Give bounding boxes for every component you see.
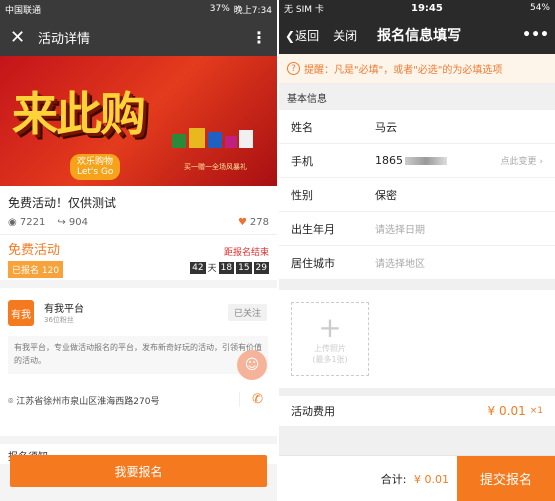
field-value[interactable]: 保密 — [375, 187, 543, 203]
fee-row: 活动费用 ¥ 0.01 ×1 — [279, 396, 555, 426]
photo-upload-area: + 上传照片 (最多1张) — [279, 290, 555, 388]
gender-field[interactable]: 性别 保密 — [279, 178, 555, 212]
submit-button[interactable]: 提交报名 — [457, 455, 555, 501]
heart-icon[interactable]: ♥ — [238, 217, 247, 228]
basic-info-form: 姓名 马云 手机 1865 点此变更 › 性别 保密 出生年月 请选择日期 居住… — [279, 110, 555, 280]
field-label: 出生年月 — [291, 222, 335, 236]
upload-photo-button[interactable]: + 上传照片 (最多1张) — [291, 302, 369, 376]
banner-badge: 欢乐购物 Let's Go — [70, 154, 121, 180]
countdown-seconds: 29 — [253, 261, 269, 274]
total-block: 合计: ¥ 0.01 — [279, 471, 457, 487]
section-title: 基本信息 — [287, 93, 327, 105]
signed-badge: 已报名 120 — [8, 261, 64, 278]
user-avatar-icon[interactable]: ☺ — [237, 350, 267, 380]
field-label: 居住城市 — [291, 256, 335, 270]
countdown-day-unit: 天 — [207, 264, 217, 274]
banner-badge-line1: 欢乐购物 — [77, 157, 114, 167]
battery-label: 54% — [529, 3, 550, 13]
share-icon[interactable]: ↪ — [57, 217, 69, 228]
upload-label-1: 上传照片 — [314, 344, 346, 353]
city-placeholder[interactable]: 请选择地区 — [375, 255, 543, 270]
field-label: 手机 — [291, 154, 313, 168]
activity-stats: ◉ 7221 ↪ 904 ♥ 278 — [8, 217, 269, 228]
phone-field[interactable]: 手机 1865 点此变更 › — [279, 144, 555, 178]
name-field[interactable]: 姓名 马云 — [279, 110, 555, 144]
gift-boxes-icon — [172, 128, 253, 148]
countdown-days: 42 — [190, 261, 206, 274]
likes-count: 278 — [249, 217, 269, 228]
banner-subtext: 买一赠一全场风暴礼 — [184, 163, 247, 171]
carrier-label: 无 SIM 卡 — [284, 4, 324, 15]
redacted-digits — [405, 157, 447, 165]
nav-bar: ❮返回 关闭 报名信息填写 ••• — [279, 16, 555, 54]
back-button[interactable]: ❮返回 — [285, 27, 319, 44]
date-placeholder[interactable]: 请选择日期 — [375, 221, 543, 236]
banner-badge-line2: Let's Go — [77, 167, 114, 177]
close-icon[interactable]: ✕ — [10, 27, 38, 48]
more-icon[interactable]: ••• — [522, 27, 549, 43]
bottom-bar: 合计: ¥ 0.01 提交报名 — [279, 455, 555, 501]
views-count: 7221 — [19, 217, 46, 228]
nav-bar: ✕ 活动详情 ⋮ — [0, 18, 277, 56]
change-phone-label: 点此变更 — [500, 157, 537, 167]
field-value: 1865 — [375, 154, 403, 167]
activity-detail-screen: 中国联通 37% 晚上7:34 ✕ 活动详情 ⋮ 来此购 欢乐购物 Let's … — [0, 0, 277, 501]
total-label: 合计: — [380, 472, 407, 486]
close-button[interactable]: 关闭 — [333, 27, 357, 44]
required-tip: ? 提醒：凡是"必填"，或者"必选"的为必填选项 — [279, 54, 555, 84]
fee-price: ¥ 0.01 — [487, 404, 526, 418]
countdown: 42 天 18 15 29 — [190, 261, 269, 274]
city-field[interactable]: 居住城市 请选择地区 — [279, 246, 555, 280]
countdown-hours: 18 — [218, 261, 235, 274]
organizer-logo[interactable]: 有我 — [8, 300, 34, 326]
fee-label: 活动费用 — [291, 405, 335, 418]
carrier-label: 中国联通 — [5, 5, 42, 16]
birth-date-field[interactable]: 出生年月 请选择日期 — [279, 212, 555, 246]
organizer-description: 有我平台，专业做活动报名的平台，发布新奇好玩的活动，引领有价值的活动。 — [8, 336, 268, 374]
tip-text: 提醒：凡是"必填"，或者"必选"的为必填选项 — [304, 65, 503, 76]
back-label: 返回 — [295, 28, 320, 43]
address-row[interactable]: ⌾ 江苏省徐州市泉山区淮海西路270号 — [8, 394, 159, 407]
signup-button[interactable]: 我要报名 — [10, 455, 267, 487]
time-label: 19:45 — [411, 2, 443, 14]
countdown-minutes: 15 — [236, 261, 252, 274]
chevron-right-icon: › — [539, 157, 543, 167]
status-bar: 中国联通 37% 晚上7:34 — [0, 0, 277, 18]
follow-button[interactable]: 已关注 — [227, 304, 267, 321]
organizer-card: 有我 有我平台 36位粉丝 已关注 有我平台，专业做活动报名的平台，发布新奇好玩… — [0, 288, 277, 436]
field-value[interactable]: 马云 — [375, 119, 543, 135]
shares-count: 904 — [68, 217, 89, 228]
time-label: 晚上7:34 — [233, 5, 272, 16]
page-title: 活动详情 — [38, 31, 91, 47]
more-icon[interactable]: ⋮ — [251, 28, 267, 47]
signup-form-screen: 无 SIM 卡 19:45 54% ❮返回 关闭 报名信息填写 ••• ? 提醒… — [279, 0, 555, 501]
total-amount: ¥ 0.01 — [414, 472, 449, 486]
deadline-label: 距报名结束 — [223, 248, 269, 258]
change-phone-link[interactable]: 点此变更 › — [501, 154, 544, 167]
activity-banner: 来此购 欢乐购物 Let's Go 买一赠一全场风暴礼 — [0, 56, 277, 186]
chevron-left-icon: ❮ — [285, 28, 296, 43]
activity-info: 免费活动！仅供测试 ◉ 7221 ↪ 904 ♥ 278 — [0, 186, 277, 234]
field-label: 姓名 — [291, 120, 313, 134]
organizer-name[interactable]: 有我平台 — [44, 300, 84, 315]
phone-icon[interactable]: ✆ — [239, 392, 263, 407]
field-label: 性别 — [291, 188, 313, 202]
banner-headline: 来此购 — [12, 87, 146, 141]
page-title: 报名信息填写 — [377, 28, 462, 44]
status-bar: 无 SIM 卡 19:45 54% — [279, 0, 555, 16]
activity-price-block: 免费活动 已报名 120 距报名结束 42 天 18 15 29 — [0, 234, 277, 280]
eye-icon: ◉ — [8, 217, 20, 228]
organizer-fans: 36位粉丝 — [44, 316, 74, 324]
activity-name: 免费活动！仅供测试 — [8, 196, 117, 210]
address-text: 江苏省徐州市泉山区淮海西路270号 — [16, 397, 160, 407]
fee-quantity: ×1 — [529, 406, 543, 416]
plus-icon: + — [318, 311, 342, 344]
battery-label: 37% — [209, 4, 230, 14]
info-icon: ? — [287, 62, 300, 75]
upload-label-2: (最多1张) — [312, 355, 348, 364]
